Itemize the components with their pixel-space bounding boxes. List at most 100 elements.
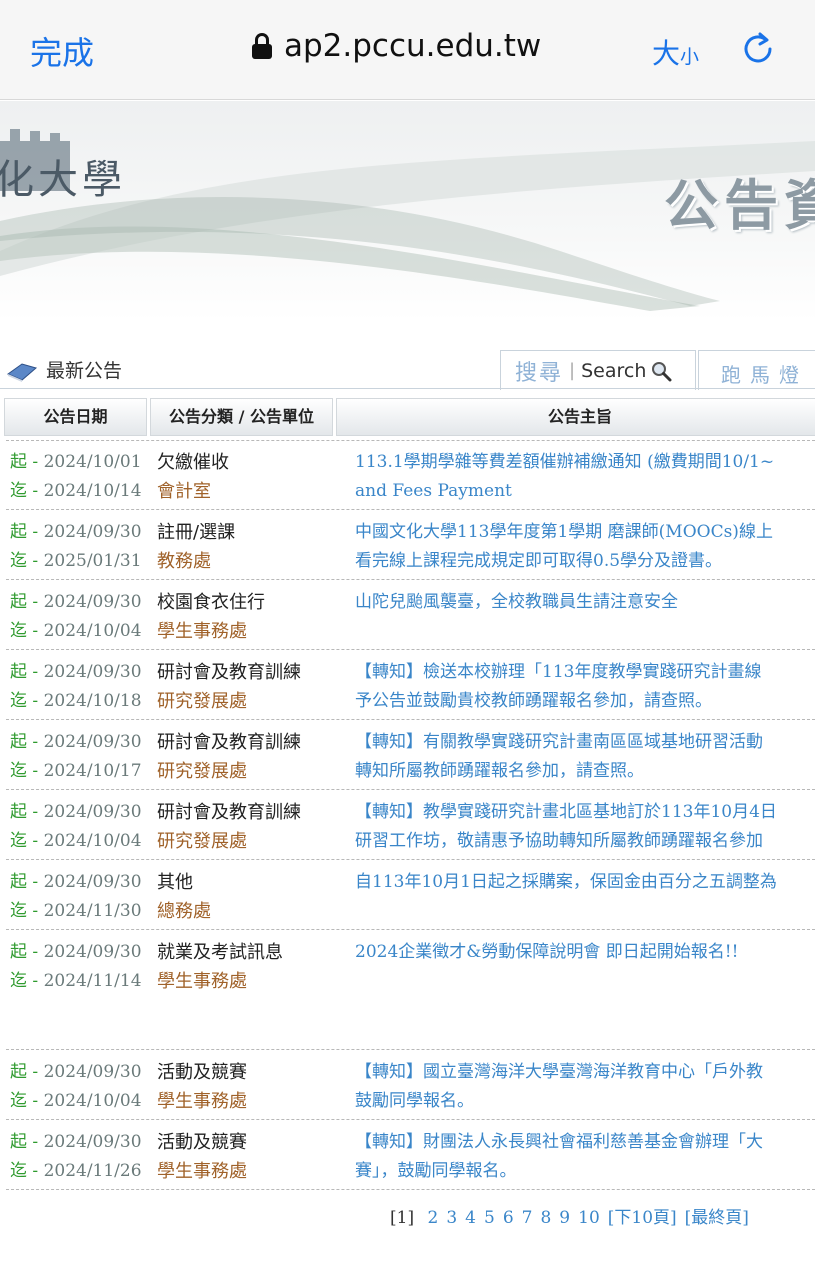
header-category-unit: 公告分類 / 公告單位: [150, 398, 333, 436]
start-date: 2024/09/30: [43, 942, 142, 962]
search-tab[interactable]: 搜尋 | Search: [500, 350, 696, 390]
site-banner: 化大學 公告資: [0, 101, 815, 321]
category-label: 活動及競賽: [157, 1062, 247, 1083]
end-date: 2024/10/17: [43, 761, 142, 781]
table-row: 起 - 2024/09/30 迄 - 2024/10/04 校園食衣住行 學生事務處山…: [6, 580, 815, 650]
subject-line-2: 研習工作坊，敬請惠予協助轉知所屬教師踴躍報名參加: [355, 831, 763, 851]
announcement-subject-link[interactable]: 113.1學期學雜等費差額催辦補繳通知 (繳費期間10/1~ and Fees P…: [355, 448, 815, 506]
unit-label: 學生事務處: [157, 1161, 247, 1182]
next-10-pages-link[interactable]: [下10頁]: [608, 1208, 677, 1228]
subject-line-1: 中國文化大學113學年度第1學期 磨課師(MOOCs)線上: [355, 522, 773, 542]
category-label: 校園食衣住行: [157, 592, 265, 613]
page-link-8[interactable]: 8: [540, 1208, 551, 1228]
end-date: 2024/10/14: [43, 481, 142, 501]
announcement-dates: 起 - 2024/09/30 迄 - 2024/10/17: [10, 728, 152, 786]
announcement-category: 活動及競賽學生事務處: [157, 1058, 337, 1116]
start-date: 2024/09/30: [43, 872, 142, 892]
start-prefix: 起 -: [10, 802, 44, 822]
page-link-9[interactable]: 9: [559, 1208, 570, 1228]
marquee-tab[interactable]: 跑馬燈: [698, 350, 815, 390]
unit-label: 會計室: [157, 481, 211, 502]
subject-line-1: 【轉知】檢送本校辦理「113年度教學實踐研究計畫線: [355, 662, 762, 682]
end-prefix: 迄 -: [10, 1161, 44, 1181]
announcement-subject-link[interactable]: 【轉知】國立臺灣海洋大學臺灣海洋教育中心「戶外教 鼓勵同學報名。: [355, 1058, 815, 1116]
pagination: [1] 2 3 4 5 6 7 8 9 10 [下10頁] [最終頁]: [390, 1203, 749, 1228]
page-link-5[interactable]: 5: [484, 1208, 495, 1228]
category-label: 註冊/選課: [157, 522, 236, 543]
search-tab-zh: 搜尋: [515, 360, 564, 386]
page-current: [1]: [390, 1208, 415, 1228]
last-page-link[interactable]: [最終頁]: [685, 1208, 749, 1228]
subject-line-2: and Fees Payment: [355, 481, 512, 501]
table-row: 起 - 2024/09/30 迄 - 2024/11/30 其他 總務處 自113年10…: [6, 860, 815, 930]
table-row: 起 - 2024/09/30 迄 - 2024/10/04 活動及競賽 學生事務處 【轉…: [6, 1050, 815, 1120]
announcement-list: 起 - 2024/10/01 迄 - 2024/10/14 欠繳催收會計室 113.1…: [0, 440, 815, 1190]
start-prefix: 起 -: [10, 662, 44, 682]
start-prefix: 起 -: [10, 942, 44, 962]
url-text: ap2.pccu.edu.tw: [284, 28, 542, 64]
text-size-button[interactable]: 大小: [652, 32, 699, 72]
subject-line-1: 【轉知】國立臺灣海洋大學臺灣海洋教育中心「戶外教: [355, 1062, 763, 1082]
end-prefix: 迄 -: [10, 831, 44, 851]
done-button[interactable]: 完成: [30, 28, 94, 74]
unit-label: 研究發展處: [157, 831, 247, 852]
unit-label: 總務處: [157, 901, 211, 922]
book-icon: [6, 363, 38, 382]
page-link-6[interactable]: 6: [503, 1208, 514, 1228]
start-prefix: 起 -: [10, 452, 44, 472]
announcement-subject-link[interactable]: 【轉知】教學實踐研究計畫北區基地訂於113年10月4日 研習工作坊，敬請惠予協助轉…: [355, 798, 815, 856]
announcement-subject-link[interactable]: 自113年10月1日起之採購案，保固金由百分之五調整為: [355, 868, 815, 897]
announcement-dates: 起 - 2024/09/30 迄 - 2024/11/30: [10, 868, 152, 926]
subject-line-1: 【轉知】財團法人永長興社會福利慈善基金會辦理「大: [355, 1132, 763, 1152]
browser-toolbar: 完成 ap2.pccu.edu.tw 大小: [0, 0, 815, 100]
end-prefix: 迄 -: [10, 481, 44, 501]
subject-line-2: 鼓勵同學報名。: [355, 1091, 474, 1111]
end-prefix: 迄 -: [10, 1091, 44, 1111]
announcement-dates: 起 - 2024/09/30 迄 - 2025/01/31: [10, 518, 152, 576]
search-icon: [652, 361, 672, 381]
unit-label: 研究發展處: [157, 761, 247, 782]
start-date: 2024/09/30: [43, 802, 142, 822]
text-size-big: 大: [652, 37, 681, 70]
address-bar[interactable]: ap2.pccu.edu.tw: [252, 28, 541, 64]
announcement-dates: 起 - 2024/09/30 迄 - 2024/11/14: [10, 938, 152, 996]
table-row: 起 - 2024/09/30 迄 - 2024/11/14 就業及考試訊息 學生事務處…: [6, 930, 815, 1050]
announcement-subject-link[interactable]: 中國文化大學113學年度第1學期 磨課師(MOOCs)線上 看完線上課程完成規定即…: [355, 518, 815, 576]
reload-icon[interactable]: [740, 30, 776, 66]
start-date: 2024/09/30: [43, 662, 142, 682]
text-size-small: 小: [680, 46, 700, 68]
subject-line-1: 山陀兒颱風襲臺，全校教職員生請注意安全: [355, 592, 678, 612]
start-date: 2024/09/30: [43, 1132, 142, 1152]
start-date: 2024/09/30: [43, 592, 142, 612]
page-link-10[interactable]: 10: [578, 1208, 600, 1228]
announcement-subject-link[interactable]: 【轉知】財團法人永長興社會福利慈善基金會辦理「大 賽」，鼓勵同學報名。: [355, 1128, 815, 1186]
subject-line-1: 【轉知】教學實踐研究計畫北區基地訂於113年10月4日: [355, 802, 777, 822]
start-date: 2024/09/30: [43, 732, 142, 752]
subject-line-1: 2024企業徵才&勞動保障說明會 即日起開始報名!!: [355, 942, 739, 962]
unit-label: 學生事務處: [157, 1091, 247, 1112]
subject-line-2: 賽」，鼓勵同學報名。: [355, 1161, 517, 1181]
page-link-7[interactable]: 7: [522, 1208, 533, 1228]
announcement-subject-link[interactable]: 2024企業徵才&勞動保障說明會 即日起開始報名!!: [355, 938, 815, 967]
end-prefix: 迄 -: [10, 901, 44, 921]
page-link-3[interactable]: 3: [446, 1208, 457, 1228]
start-date: 2024/09/30: [43, 1062, 142, 1082]
end-prefix: 迄 -: [10, 691, 44, 711]
announcement-subject-link[interactable]: 【轉知】檢送本校辦理「113年度教學實踐研究計畫線 予公告並鼓勵貴校教師踴躍報名參…: [355, 658, 815, 716]
subject-line-2: 看完線上課程完成規定即可取得0.5學分及證書。: [355, 551, 723, 571]
start-date: 2024/10/01: [43, 452, 142, 472]
page-link-2[interactable]: 2: [428, 1208, 439, 1228]
announcement-subject-link[interactable]: 山陀兒颱風襲臺，全校教職員生請注意安全: [355, 588, 815, 617]
page-link-4[interactable]: 4: [465, 1208, 476, 1228]
end-date: 2024/11/26: [43, 1161, 142, 1181]
announcement-dates: 起 - 2024/09/30 迄 - 2024/10/04: [10, 1058, 152, 1116]
table-row: 起 - 2024/09/30 迄 - 2024/10/04 研討會及教育訓練 研究發展…: [6, 790, 815, 860]
category-label: 研討會及教育訓練: [157, 732, 301, 753]
start-prefix: 起 -: [10, 592, 44, 612]
category-label: 欠繳催收: [157, 452, 229, 473]
announcement-category: 研討會及教育訓練 研究發展處: [157, 798, 337, 856]
end-prefix: 迄 -: [10, 551, 44, 571]
announcement-subject-link[interactable]: 【轉知】有關教學實踐研究計畫南區區域基地研習活動 轉知所屬教師踴躍報名參加，請查照…: [355, 728, 815, 786]
end-prefix: 迄 -: [10, 761, 44, 781]
announcement-category: 就業及考試訊息 學生事務處: [157, 938, 337, 996]
